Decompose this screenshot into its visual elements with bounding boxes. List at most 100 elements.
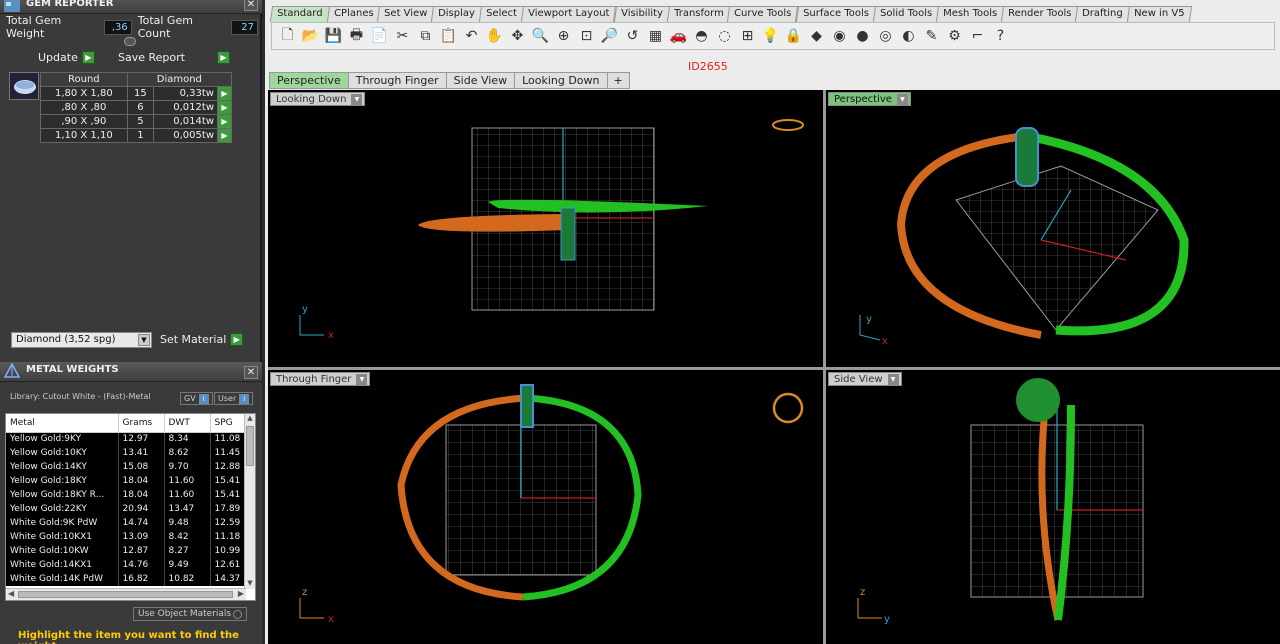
toolbar-tab-drafting[interactable]: Drafting xyxy=(1075,6,1131,22)
close-icon[interactable]: ✕ xyxy=(244,0,258,11)
open-icon[interactable]: 📂 xyxy=(299,25,322,47)
hide-icon[interactable]: ◓ xyxy=(690,25,713,47)
select-gems-button[interactable]: ▶ xyxy=(217,128,232,143)
toolbar-tab-standard[interactable]: Standard xyxy=(269,6,330,22)
user-toggle[interactable]: User i xyxy=(214,392,254,405)
ghosted-icon[interactable]: ◐ xyxy=(897,25,920,47)
metal-weights-table-container[interactable]: Metal Grams DWT SPG Yellow Gold:9KY 12.97… xyxy=(5,413,256,601)
tab-side-view[interactable]: Side View xyxy=(445,72,516,89)
tab-through-finger[interactable]: Through Finger xyxy=(347,72,447,89)
four-view-icon[interactable]: ▦ xyxy=(644,25,667,47)
table-row[interactable]: 1,10 X 1,10 1 0,005tw ▶ xyxy=(40,128,232,143)
select-gems-button[interactable]: ▶ xyxy=(217,114,232,129)
save-icon[interactable]: 💾 xyxy=(322,25,345,47)
table-row[interactable]: Yellow Gold:22KY 20.94 13.47 17.89 xyxy=(6,502,246,516)
import-icon[interactable]: 📄 xyxy=(368,25,391,47)
table-row[interactable]: White Gold:9K PdW 14.74 9.48 12.59 xyxy=(6,516,246,530)
paste-icon[interactable]: 📋 xyxy=(437,25,460,47)
table-row[interactable]: ,80 X ,80 6 0,012tw ▶ xyxy=(40,100,232,115)
pan-icon[interactable]: ✋ xyxy=(483,25,506,47)
toolbar-tab-display[interactable]: Display xyxy=(431,6,483,22)
rotate-icon[interactable]: ✥ xyxy=(506,25,529,47)
table-row[interactable]: Yellow Gold:18KY 18.04 11.60 15.41 xyxy=(6,474,246,488)
scroll-left-icon[interactable]: ◀ xyxy=(8,589,14,598)
zoom-icon[interactable]: 🔍 xyxy=(529,25,552,47)
table-row[interactable]: Yellow Gold:10KY 13.41 8.62 11.45 xyxy=(6,446,246,460)
help-icon[interactable]: ? xyxy=(989,25,1012,47)
table-row[interactable]: White Gold:10KX1 13.09 8.42 11.18 xyxy=(6,530,246,544)
color-wheel-icon[interactable]: ◉ xyxy=(828,25,851,47)
osnap-icon[interactable]: ⌐ xyxy=(966,25,989,47)
grid-snap-icon[interactable]: ⊞ xyxy=(736,25,759,47)
viewport-title[interactable]: Looking Down ▼ xyxy=(270,92,366,106)
zoom-window-icon[interactable]: ⊕ xyxy=(552,25,575,47)
select-gems-button[interactable]: ▶ xyxy=(217,100,232,115)
table-row[interactable]: Yellow Gold:18KY R... 18.04 11.60 15.41 xyxy=(6,488,246,502)
viewport-title[interactable]: Perspective ▼ xyxy=(828,92,911,106)
undo-icon[interactable]: ↶ xyxy=(460,25,483,47)
set-material-button[interactable]: Set Material ▶ xyxy=(160,333,244,346)
viewport-perspective[interactable]: y x Perspective ▼ xyxy=(826,90,1280,367)
rendered-icon[interactable]: ◎ xyxy=(874,25,897,47)
vertical-scrollbar[interactable]: ▲ ▼ xyxy=(244,414,255,589)
zoom-selected-icon[interactable]: 🔎 xyxy=(598,25,621,47)
toolbar-tab-visibility[interactable]: Visibility xyxy=(613,6,670,22)
update-button[interactable]: Update ▶ xyxy=(38,50,95,65)
print-icon[interactable]: 🖶 xyxy=(345,25,368,47)
table-row[interactable]: 1,80 X 1,80 15 0,33tw ▶ xyxy=(40,86,232,101)
toolbar-tab-cplanes[interactable]: CPlanes xyxy=(326,6,381,22)
car-icon[interactable]: 🚗 xyxy=(667,25,690,47)
zoom-extents-icon[interactable]: ⊡ xyxy=(575,25,598,47)
toolbar-tab-curve-tools[interactable]: Curve Tools xyxy=(727,6,799,22)
new-icon[interactable]: 🗋 xyxy=(276,25,299,47)
scroll-thumb[interactable] xyxy=(246,426,254,466)
lock-icon[interactable]: ◌ xyxy=(713,25,736,47)
use-object-materials-checkbox[interactable]: Use Object Materials xyxy=(133,607,247,621)
close-icon[interactable]: ✕ xyxy=(244,366,258,379)
viewport-through-finger[interactable]: z x Through Finger ▼ xyxy=(268,370,823,644)
collapse-handle[interactable] xyxy=(124,37,136,46)
table-row[interactable]: White Gold:14K PdW 16.82 10.82 14.37 xyxy=(6,572,246,586)
cut-icon[interactable]: ✂ xyxy=(391,25,414,47)
material-icon[interactable]: ◆ xyxy=(805,25,828,47)
gv-toggle[interactable]: GV i xyxy=(180,392,213,405)
scroll-up-icon[interactable]: ▲ xyxy=(246,414,254,424)
copy-icon[interactable]: ⧉ xyxy=(414,25,437,47)
toolbar-tab-mesh-tools[interactable]: Mesh Tools xyxy=(935,6,1004,22)
light-icon[interactable]: 💡 xyxy=(759,25,782,47)
column-header[interactable]: Metal xyxy=(6,414,119,433)
toolbar-tab-viewport-layout[interactable]: Viewport Layout xyxy=(521,6,617,22)
viewport-looking-down[interactable]: y x Looking Down ▼ xyxy=(268,90,823,367)
layer-lock-icon[interactable]: 🔒 xyxy=(782,25,805,47)
toolbar-tab-set-view[interactable]: Set View xyxy=(377,6,435,22)
table-row[interactable]: ,90 X ,90 5 0,014tw ▶ xyxy=(40,114,232,129)
undo-view-icon[interactable]: ↺ xyxy=(621,25,644,47)
column-header[interactable]: SPG xyxy=(210,414,246,433)
shaded-icon[interactable]: ● xyxy=(851,25,874,47)
table-row[interactable]: Yellow Gold:14KY 15.08 9.70 12.88 xyxy=(6,460,246,474)
tab-perspective[interactable]: Perspective xyxy=(269,72,349,89)
options-icon[interactable]: ✎ xyxy=(920,25,943,47)
scroll-thumb[interactable] xyxy=(18,591,233,598)
column-header[interactable]: Grams xyxy=(118,414,165,433)
add-tab-button[interactable]: + xyxy=(606,72,630,89)
toolbar-tab-render-tools[interactable]: Render Tools xyxy=(1000,6,1079,22)
toolbar-tab-surface-tools[interactable]: Surface Tools xyxy=(795,6,876,22)
toolbar-tab-new-in-v5[interactable]: New in V5 xyxy=(1126,6,1192,22)
viewport-title[interactable]: Through Finger ▼ xyxy=(270,372,371,386)
save-report-button[interactable]: Save Report ▶ xyxy=(118,50,230,65)
gear-icon[interactable]: ⚙ xyxy=(943,25,966,47)
table-row[interactable]: White Gold:10KW 12.87 8.27 10.99 xyxy=(6,544,246,558)
scroll-right-icon[interactable]: ▶ xyxy=(238,589,244,598)
horizontal-scrollbar[interactable]: ◀ ▶ xyxy=(6,588,246,600)
viewport-title[interactable]: Side View ▼ xyxy=(828,372,902,386)
tab-looking-down[interactable]: Looking Down xyxy=(514,72,608,89)
table-row[interactable]: Yellow Gold:9KY 12.97 8.34 11.08 xyxy=(6,432,246,446)
toolbar-tab-solid-tools[interactable]: Solid Tools xyxy=(872,6,939,22)
material-select[interactable]: Diamond (3,52 spg) ▼ xyxy=(11,332,152,348)
table-row[interactable]: White Gold:14KX1 14.76 9.49 12.61 xyxy=(6,558,246,572)
viewport-side-view[interactable]: z y Side View ▼ xyxy=(826,370,1280,644)
toolbar-tab-select[interactable]: Select xyxy=(479,6,525,22)
select-gems-button[interactable]: ▶ xyxy=(217,86,232,101)
scroll-down-icon[interactable]: ▼ xyxy=(246,579,254,589)
